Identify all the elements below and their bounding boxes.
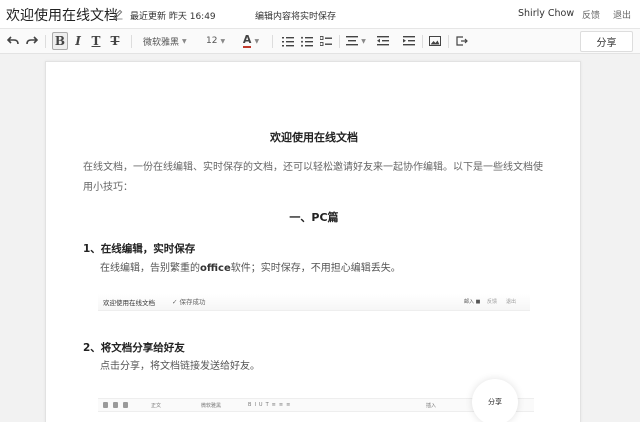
image-icon: [428, 36, 441, 46]
share-button[interactable]: 分享: [580, 31, 633, 52]
chevron-down-icon: ▼: [220, 37, 226, 45]
list-icon: ≡: [278, 402, 287, 408]
title-bar: 欢迎使用在线文档 最近更新 昨天 16:49 编辑内容将实时保存 Shirly …: [0, 0, 640, 29]
toolbar-divider: [422, 35, 423, 48]
tip-body-online-edit: 在线编辑，告别繁重的office软件；实时保存，不用担心编辑丢失。: [100, 259, 401, 274]
underline-icon: U: [258, 402, 266, 408]
export-button[interactable]: [454, 32, 469, 50]
align-icon: ≡: [286, 402, 294, 408]
pencil-icon[interactable]: [112, 8, 124, 20]
numbered-list-icon: [281, 36, 294, 46]
thumb-format-icons: BIUT≡≡≡: [248, 402, 293, 408]
font-size-select[interactable]: 12 ▼: [206, 32, 230, 50]
chevron-down-icon: ▼: [361, 37, 366, 45]
thumb-style-select: 正文: [151, 403, 162, 409]
thumb-insert-menu: 插入: [426, 403, 437, 409]
font-color-icon: A: [242, 33, 252, 48]
tip-body-text: 软件；实时保存，不用担心编辑丢失。: [230, 263, 401, 274]
user-name[interactable]: Shirly Chow: [518, 8, 574, 19]
thumb-user: 邮入 ■: [464, 299, 481, 305]
bullet-list-button[interactable]: [299, 32, 314, 50]
thumb-font-select: 微软雅黑: [201, 403, 222, 409]
thumb-doc-title: 欢迎使用在线文档: [103, 299, 155, 307]
italic-button[interactable]: I: [71, 32, 85, 50]
indent-increase-button[interactable]: [401, 32, 416, 50]
font-color-button[interactable]: A ▼: [238, 32, 264, 50]
redo-icon: [26, 36, 38, 45]
tip-heading-share: 2、将文档分享给好友: [83, 342, 185, 354]
insert-image-button[interactable]: [427, 32, 442, 50]
font-family-value: 微软雅黑: [143, 37, 180, 48]
intro-paragraph: 在线文档，一份在线编辑、实时保存的文档，还可以轻松邀请好友来一起协作编辑。以下是…: [83, 162, 543, 193]
align-button[interactable]: ▼: [345, 32, 367, 50]
underline-button[interactable]: T: [89, 32, 103, 50]
tip-body-text: 在线编辑，告别繁重的: [100, 263, 200, 274]
tip-heading-online-edit: 1、在线编辑，实时保存: [83, 243, 196, 255]
thumb-saved-text: ✓ 保存成功: [172, 296, 206, 306]
document-heading: 欢迎使用在线文档: [270, 131, 358, 144]
feedback-link[interactable]: 反馈: [582, 8, 600, 21]
tip-body-share: 点击分享，将文档链接发送给好友。: [100, 361, 260, 372]
toolbar-divider: [131, 35, 132, 48]
tip-body-bold: office: [200, 263, 231, 274]
strikethrough-button[interactable]: T: [108, 32, 122, 50]
document-page[interactable]: 欢迎使用在线文档 在线文档，一份在线编辑、实时保存的文档，还可以轻松邀请好友来一…: [45, 61, 581, 422]
exit-link[interactable]: 退出: [613, 8, 631, 21]
screenshot-titlebar-thumbnail: 欢迎使用在线文档 ✓ 保存成功 邮入 ■ 反馈 退出: [98, 294, 530, 311]
last-update-text: 最近更新 昨天 16:49: [130, 12, 216, 22]
redo-icon: [113, 402, 118, 408]
toolbar-divider: [45, 35, 46, 48]
checklist-button[interactable]: [318, 32, 333, 50]
undo-button[interactable]: [5, 32, 21, 50]
check-icon: ✓: [172, 298, 180, 306]
thumb-exit: 退出: [506, 299, 517, 305]
toolbar-divider: [448, 35, 449, 48]
thumb-share-button: 分享: [472, 379, 518, 422]
thumb-feedback: 反馈: [487, 299, 498, 305]
thumb-toolbar-icons: [103, 402, 128, 408]
numbered-list-button[interactable]: [280, 32, 295, 50]
format-icon: [123, 402, 128, 408]
chevron-down-icon: ▼: [182, 37, 187, 45]
redo-button[interactable]: [24, 32, 40, 50]
indent-icon: [402, 36, 415, 46]
checklist-icon: [319, 35, 332, 46]
save-status-text: 编辑内容将实时保存: [255, 12, 337, 22]
bullet-list-icon: [300, 36, 313, 47]
doc-title[interactable]: 欢迎使用在线文档: [6, 5, 118, 25]
toolbar-divider: [339, 35, 340, 48]
font-size-value: 12: [206, 36, 218, 46]
bold-button[interactable]: B: [52, 32, 68, 50]
align-icon: [346, 36, 359, 46]
formatting-toolbar: B I T T 微软雅黑 ▼ 12 ▼ A ▼ ▼ 分享: [0, 29, 640, 54]
indent-decrease-button[interactable]: [375, 32, 390, 50]
thumb-saved-label: 保存成功: [179, 298, 206, 306]
outdent-icon: [376, 36, 389, 46]
undo-icon: [103, 402, 108, 408]
toolbar-divider: [272, 35, 273, 48]
list-icon: ≡: [271, 402, 279, 408]
export-icon: [455, 36, 468, 46]
section-heading-pc: 一、PC篇: [289, 211, 339, 224]
chevron-down-icon: ▼: [254, 37, 260, 45]
undo-icon: [7, 36, 19, 45]
font-family-select[interactable]: 微软雅黑 ▼: [143, 32, 197, 50]
screenshot-toolbar-thumbnail: 正文 微软雅黑 BIUT≡≡≡ 插入: [98, 398, 534, 412]
